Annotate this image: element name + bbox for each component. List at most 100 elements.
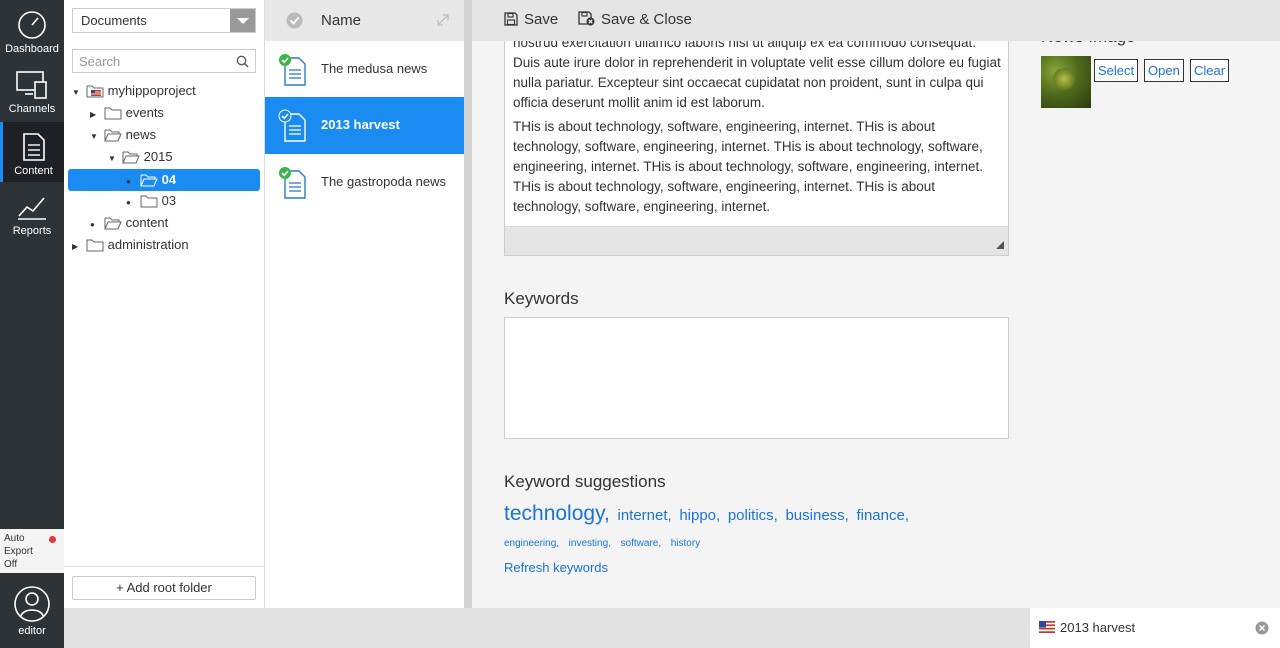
open-document-tab[interactable]: 2013 harvest [1030,608,1280,648]
keyword-suggestion[interactable]: technology, [504,502,610,525]
expand-toggle-icon[interactable]: ▼ [90,126,100,148]
tree-node-label: myhippoproject [107,83,196,98]
save-close-button-label: Save & Close [601,11,692,28]
resize-grip-icon[interactable] [996,241,1004,249]
richtext-body[interactable]: nostrud exercitation ullamco laboris nis… [513,33,1003,221]
nav-content[interactable]: Content [0,122,64,182]
list-header: Name [265,0,464,41]
channels-icon [16,71,47,99]
folder-icon [86,239,104,252]
keyword-suggestion[interactable]: history [671,538,700,549]
nav-reports[interactable]: Reports [0,182,64,242]
save-button-label: Save [524,11,559,28]
tree-node-label: content [125,215,169,230]
published-document-icon [279,167,306,199]
add-root-folder-button[interactable]: + Add root folder [72,576,256,600]
document-title: 2013 harvest [321,117,400,132]
keyword-suggestion[interactable]: hippo, [679,507,720,524]
keyword-suggestion[interactable]: finance, [856,507,909,524]
root-dropdown-value: Documents [81,13,147,28]
chevron-down-icon[interactable] [230,9,255,32]
open-image-button[interactable]: Open [1144,59,1184,82]
auto-export-label: Auto Export Off [4,533,33,570]
keyword-suggestion[interactable]: politics, [728,507,778,524]
keyword-suggestion[interactable]: software, [621,538,662,549]
keyword-suggestion[interactable]: investing, [569,538,611,549]
expand-toggle-icon[interactable]: ▼ [72,82,82,104]
tree-search [72,49,256,73]
folder-open-icon [103,217,122,230]
body-paragraph: THis is about technology, software, engi… [513,119,984,214]
status-dot-icon [49,536,56,543]
tree-node-administration[interactable]: ▶ administration [72,234,189,256]
tree-node-label: 03 [161,193,177,208]
nav-dashboard[interactable]: Dashboard [0,0,64,60]
expand-toggle-icon[interactable]: ▶ [90,104,100,126]
news-image-thumbnail [1041,56,1091,108]
nav-content-label: Content [14,165,53,177]
keyword-suggestion[interactable]: business, [785,507,848,524]
keyword-suggestions-label: Keyword suggestions [504,472,666,491]
keywords-input[interactable] [504,317,1009,439]
bullet-icon: ● [126,198,131,207]
check-all-icon[interactable] [286,12,303,29]
nav-channels[interactable]: Channels [0,60,64,120]
tree-node-label: news [125,127,156,142]
published-document-icon [279,54,306,86]
tree-node-content[interactable]: ● content [90,212,168,234]
tree-node-label: 2015 [143,149,173,164]
save-close-button[interactable]: Save & Close [578,11,692,28]
panel-resize-handle[interactable] [464,0,472,608]
keyword-suggestion[interactable]: internet, [617,507,671,524]
keywords-label: Keywords [504,289,579,308]
tree-node-03[interactable]: ● 03 [126,190,176,212]
open-documents-bar: 2013 harvest [64,608,1280,648]
folder-icon [140,195,158,208]
close-icon[interactable] [1255,621,1269,635]
select-image-button[interactable]: Select [1094,59,1139,82]
keyword-suggestions: technology, internet, hippo, politics, b… [504,500,1004,550]
expand-toggle-icon[interactable]: ▶ [72,236,82,258]
tree-node-news[interactable]: ▼ news [90,124,156,146]
nav-dashboard-label: Dashboard [5,43,59,55]
document-row-selected[interactable]: 2013 harvest [265,97,464,154]
document-row[interactable]: The gastropoda news [265,154,464,211]
refresh-keywords-link[interactable]: Refresh keywords [504,560,608,575]
flag-folder-icon [86,85,104,98]
published-document-icon [278,109,306,142]
auto-export-status[interactable]: Auto Export Off [0,529,64,573]
richtext-statusbar [505,226,1008,255]
expand-toggle-icon[interactable]: ▼ [108,148,118,170]
expand-icon[interactable] [437,14,449,26]
tree-node-04[interactable]: ● 04 [68,169,260,191]
tree-node-myhippoproject[interactable]: ▼ myhippoproject [72,80,196,102]
user-menu[interactable]: editor [0,580,64,648]
us-flag-icon [1039,621,1055,633]
divider [64,566,264,567]
nav-channels-label: Channels [8,103,56,115]
search-input[interactable] [73,50,223,72]
tree-node-label: events [125,105,164,120]
content-richtext-editor[interactable]: nostrud exercitation ullamco laboris nis… [504,22,1009,256]
tab-label: 2013 harvest [1060,620,1136,635]
tree-node-2015[interactable]: ▼ 2015 [108,146,173,168]
folder-open-icon [121,151,140,164]
column-header-name[interactable]: Name [321,12,361,29]
body-paragraph: nostrud exercitation ullamco laboris nis… [513,35,1001,110]
avatar-icon [14,586,50,622]
main-navigation: Dashboard Channels Content Reports Auto … [0,0,64,648]
clear-image-button[interactable]: Clear [1190,59,1230,82]
tree-node-label: administration [107,237,189,252]
nav-reports-label: Reports [12,225,52,237]
root-dropdown[interactable]: Documents [72,8,256,33]
reports-icon [18,197,46,220]
dashboard-icon [18,11,46,39]
document-row[interactable]: The medusa news [265,41,464,98]
search-icon[interactable] [236,55,249,68]
editor-toolbar: Save Save & Close [472,0,1280,41]
save-button[interactable]: Save [504,11,558,28]
keyword-suggestion[interactable]: engineering, [504,538,559,549]
document-title: The gastropoda news [321,174,447,189]
floppy-disk-close-icon [578,11,595,26]
tree-node-events[interactable]: ▶ events [90,102,164,124]
